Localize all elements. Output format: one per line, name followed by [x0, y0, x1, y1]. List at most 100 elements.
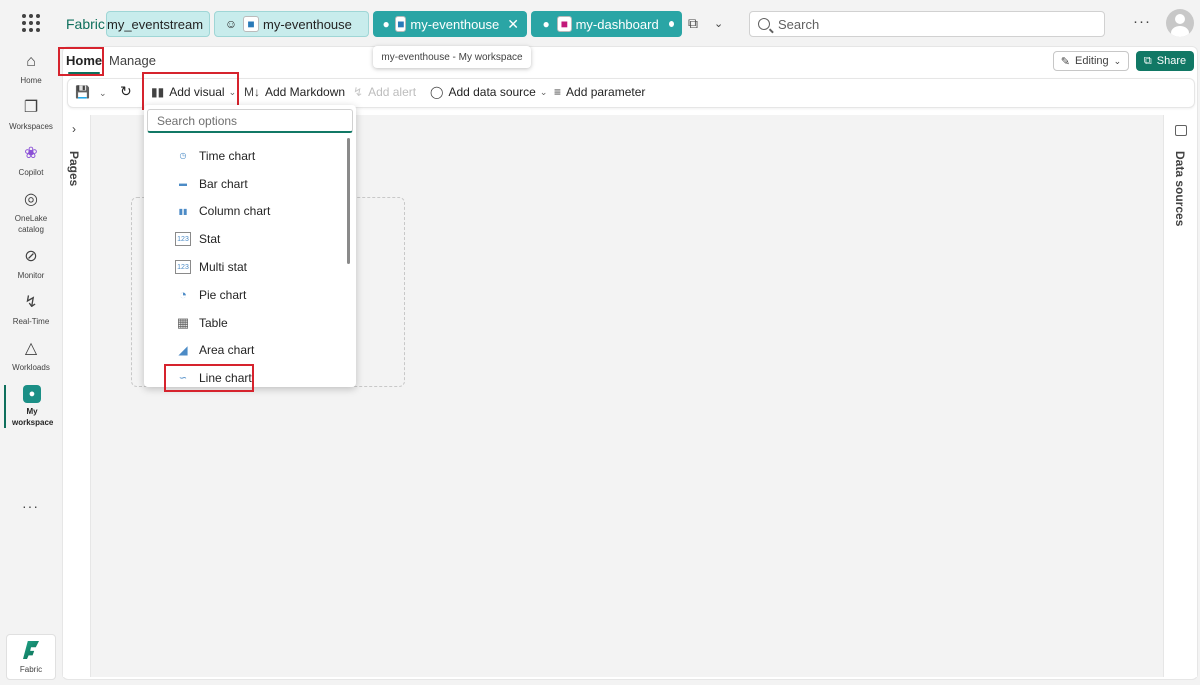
- copy-tabs-icon[interactable]: ⧉: [688, 15, 698, 32]
- avatar[interactable]: [1166, 9, 1194, 37]
- option-label: Time chart: [199, 148, 256, 163]
- top-bar: Fabric my_eventstream ☺ ■ my-eventhouse …: [0, 0, 1200, 46]
- tab-dashboard[interactable]: ● ■ my-dashboard: [531, 11, 682, 37]
- add-visual-dropdown: Search options ◷ Time chart ▬ Bar chart …: [144, 105, 356, 392]
- rail-item-realtime[interactable]: ↯ Real-Time: [0, 293, 62, 327]
- option-label: Stat: [199, 232, 221, 247]
- chevron-down-icon: ⌄: [539, 86, 548, 97]
- search-placeholder: Search: [778, 16, 820, 32]
- tab-eventhouse-1[interactable]: ☺ ■ my-eventhouse: [214, 11, 369, 37]
- multi-stat-icon: 123: [175, 260, 191, 275]
- rail-item-home[interactable]: ⌂ Home: [0, 52, 62, 86]
- rail-label: My workspace: [12, 407, 54, 427]
- refresh-icon[interactable]: ↻: [120, 83, 132, 100]
- tab-label: my-eventhouse: [410, 16, 500, 32]
- option-label: Multi stat: [199, 260, 248, 275]
- add-markdown-label: Add Markdown: [265, 85, 346, 99]
- add-alert-label: Add alert: [368, 85, 417, 99]
- data-sources-label[interactable]: Data sources: [1173, 151, 1187, 226]
- person-icon: ●: [382, 17, 390, 31]
- rail-item-workspaces[interactable]: ❐ Workspaces: [0, 98, 62, 132]
- eventhouse-icon: ■: [243, 16, 259, 32]
- option-stat[interactable]: 123 Stat: [144, 225, 344, 253]
- time-chart-icon: ◷: [179, 151, 187, 161]
- add-markdown-button[interactable]: M↓ Add Markdown: [244, 85, 345, 99]
- search-input[interactable]: Search: [749, 11, 1105, 37]
- search-options-input[interactable]: Search options: [147, 109, 353, 133]
- share-label: Share: [1156, 55, 1187, 67]
- pages-label[interactable]: Pages: [67, 151, 81, 186]
- chevron-right-icon[interactable]: ›: [72, 122, 76, 136]
- pencil-icon: ✎: [1060, 55, 1071, 68]
- more-options-icon[interactable]: ···: [1133, 13, 1151, 30]
- option-time-chart[interactable]: ◷ Time chart: [144, 142, 344, 170]
- home-icon: ⌂: [26, 53, 36, 70]
- save-icon[interactable]: 💾: [75, 85, 90, 99]
- app-launcher-icon[interactable]: [22, 14, 40, 32]
- dashboard-icon: ■: [557, 16, 572, 32]
- editing-button[interactable]: ✎ Editing ⌄: [1053, 51, 1129, 71]
- tab-label: my_eventstream: [107, 16, 204, 32]
- rail-label: Real-Time: [12, 317, 50, 326]
- person-icon: ●: [542, 17, 550, 31]
- tab-label: my-eventhouse: [263, 16, 352, 32]
- option-pie-chart[interactable]: ◔ Pie chart: [144, 281, 344, 309]
- area-chart-icon: ◢: [178, 343, 188, 358]
- dropdown-scrollbar[interactable]: [347, 138, 350, 264]
- add-parameter-label: Add parameter: [566, 85, 646, 99]
- rail-item-my-workspace[interactable]: ● My workspace: [4, 385, 58, 428]
- rail-label: Home: [20, 76, 42, 85]
- database-icon: ◯: [430, 85, 444, 99]
- brand-name[interactable]: Fabric: [66, 16, 105, 32]
- tab-label: my-dashboard: [575, 16, 659, 32]
- rail-label: Workloads: [12, 363, 50, 372]
- pie-chart-icon: ◔: [179, 287, 187, 303]
- expand-pane-icon[interactable]: [1175, 125, 1187, 136]
- eventhouse-icon: ■: [395, 16, 407, 32]
- left-rail: ⌂ Home ❐ Workspaces ❀ Copilot ◎ OneLake …: [0, 46, 62, 685]
- option-area-chart[interactable]: ◢ Area chart: [144, 337, 344, 365]
- tab-eventstream[interactable]: my_eventstream: [106, 11, 210, 37]
- search-options-placeholder: Search options: [157, 113, 238, 128]
- my-workspace-icon: ●: [23, 385, 41, 403]
- table-icon: ▦: [176, 314, 190, 330]
- chevron-down-icon[interactable]: ⌄: [714, 17, 723, 30]
- share-icon: ⧉: [1143, 54, 1152, 67]
- visual-options-list: ◷ Time chart ▬ Bar chart ▮▮ Column chart…: [144, 142, 344, 392]
- close-icon[interactable]: ✕: [507, 16, 519, 33]
- add-parameter-button[interactable]: ≡ Add parameter: [554, 85, 645, 99]
- rail-item-onelake[interactable]: ◎ OneLake catalog: [0, 190, 62, 235]
- more-icon[interactable]: ···: [22, 498, 39, 514]
- option-column-chart[interactable]: ▮▮ Column chart: [144, 198, 344, 226]
- tab-tooltip: my-eventhouse - My workspace: [373, 46, 531, 68]
- lightning-icon: ↯: [353, 85, 364, 99]
- markdown-icon: M↓: [244, 85, 260, 99]
- realtime-icon: ↯: [24, 294, 38, 311]
- option-bar-chart[interactable]: ▬ Bar chart: [144, 170, 344, 198]
- app-window: Fabric my_eventstream ☺ ■ my-eventhouse …: [0, 0, 1200, 685]
- editing-label: Editing: [1075, 55, 1109, 67]
- rail-label: Copilot: [18, 168, 44, 177]
- option-label: Area chart: [199, 343, 255, 358]
- rail-item-monitor[interactable]: ⊘ Monitor: [0, 247, 62, 281]
- option-table[interactable]: ▦ Table: [144, 309, 344, 337]
- pages-pane: › Pages: [63, 115, 91, 677]
- option-multi-stat[interactable]: 123 Multi stat: [144, 253, 344, 281]
- share-button[interactable]: ⧉ Share: [1136, 51, 1194, 71]
- rail-label: Workspaces: [9, 122, 53, 131]
- fabric-switcher[interactable]: Fabric: [6, 634, 56, 680]
- stat-icon: 123: [175, 232, 191, 247]
- option-label: Column chart: [199, 204, 271, 219]
- add-data-source-button[interactable]: ◯ Add data source ⌄: [430, 85, 547, 99]
- rail-item-copilot[interactable]: ❀ Copilot: [0, 144, 62, 178]
- tab-eventhouse-2[interactable]: ● ■ my-eventhouse ✕: [373, 11, 527, 37]
- column-chart-icon: ▮▮: [178, 206, 188, 216]
- chevron-down-icon[interactable]: ⌄: [99, 88, 107, 99]
- add-alert-button[interactable]: ↯ Add alert: [353, 85, 416, 99]
- option-label: Table: [199, 315, 228, 330]
- workloads-icon: △: [24, 340, 38, 357]
- tab-manage[interactable]: Manage: [109, 53, 156, 68]
- unsaved-dot-icon: [668, 21, 674, 27]
- rail-item-workloads[interactable]: △ Workloads: [0, 339, 62, 373]
- highlight-box: [58, 47, 104, 76]
